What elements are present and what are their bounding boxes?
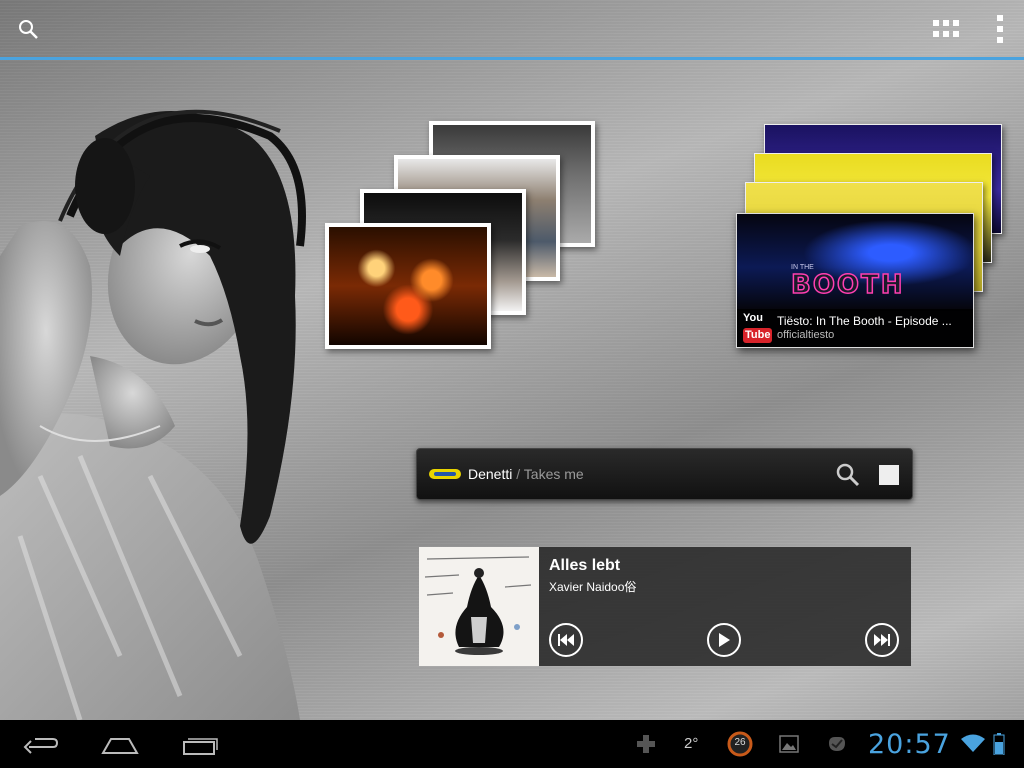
done-notification-icon[interactable] xyxy=(826,732,848,756)
photo-gallery-widget[interactable] xyxy=(322,118,602,354)
music-search-widget[interactable]: Denetti / Takes me xyxy=(416,448,913,500)
apps-grid-icon[interactable] xyxy=(929,12,963,46)
home-button[interactable] xyxy=(96,730,144,760)
stop-square-button[interactable] xyxy=(879,465,899,485)
youtube-logo-icon: You Tube xyxy=(743,312,773,344)
overflow-menu-icon[interactable] xyxy=(983,12,1017,46)
track-title: Alles lebt xyxy=(549,557,621,574)
track-artist: Xavier Naidoo俗 xyxy=(549,580,637,594)
wifi-icon[interactable] xyxy=(960,732,986,756)
album-art[interactable] xyxy=(419,547,539,666)
fireworks-photo xyxy=(329,227,487,345)
music-player-widget[interactable]: Alles lebt Xavier Naidoo俗 xyxy=(419,547,911,666)
top-bar xyxy=(0,0,1024,60)
notification-count-badge[interactable]: 26 xyxy=(726,731,754,757)
music-bar-track[interactable]: Denetti / Takes me xyxy=(468,466,584,482)
search-icon[interactable] xyxy=(11,12,45,46)
youtube-logo-tube: Tube xyxy=(743,328,773,343)
music-app-logo-icon xyxy=(429,469,461,479)
picture-notification-icon[interactable] xyxy=(778,732,800,756)
clock[interactable]: 20:57 xyxy=(868,729,951,760)
music-bar-song: Takes me xyxy=(523,466,584,482)
music-bar-separator: / xyxy=(512,466,524,482)
search-icon[interactable] xyxy=(835,462,861,488)
play-button[interactable] xyxy=(707,623,741,657)
top-bar-accent-line xyxy=(0,57,1024,60)
system-bar: 2° 26 20:57 xyxy=(0,720,1024,768)
booth-banner-text: BOOTH xyxy=(790,269,905,301)
notification-count-label: 26 xyxy=(734,737,746,748)
youtube-card-1[interactable]: IN THE BOOTH You Tube Tiësto: In The Boo… xyxy=(736,213,974,348)
youtube-widget[interactable]: IN THE BOOTH You Tube Tiësto: In The Boo… xyxy=(734,122,1006,352)
recent-apps-button[interactable] xyxy=(176,730,224,760)
wallpaper-figure xyxy=(0,109,306,720)
gamepad-notification-icon[interactable] xyxy=(636,732,656,756)
music-bar-artist: Denetti xyxy=(468,466,513,482)
photo-card-1[interactable] xyxy=(325,223,491,349)
weather-temperature[interactable]: 2° xyxy=(684,735,698,752)
previous-track-button[interactable] xyxy=(549,623,583,657)
youtube-channel-name: officialtiesto xyxy=(777,329,835,341)
home-screen: IN THE BOOTH You Tube Tiësto: In The Boo… xyxy=(0,0,1024,768)
battery-icon[interactable] xyxy=(992,732,1006,756)
back-button[interactable] xyxy=(17,730,65,760)
next-track-button[interactable] xyxy=(865,623,899,657)
youtube-caption: You Tube Tiësto: In The Booth - Episode … xyxy=(737,309,973,347)
youtube-logo-you: You xyxy=(743,312,763,324)
youtube-video-title: Tiësto: In The Booth - Episode ... xyxy=(777,314,952,328)
